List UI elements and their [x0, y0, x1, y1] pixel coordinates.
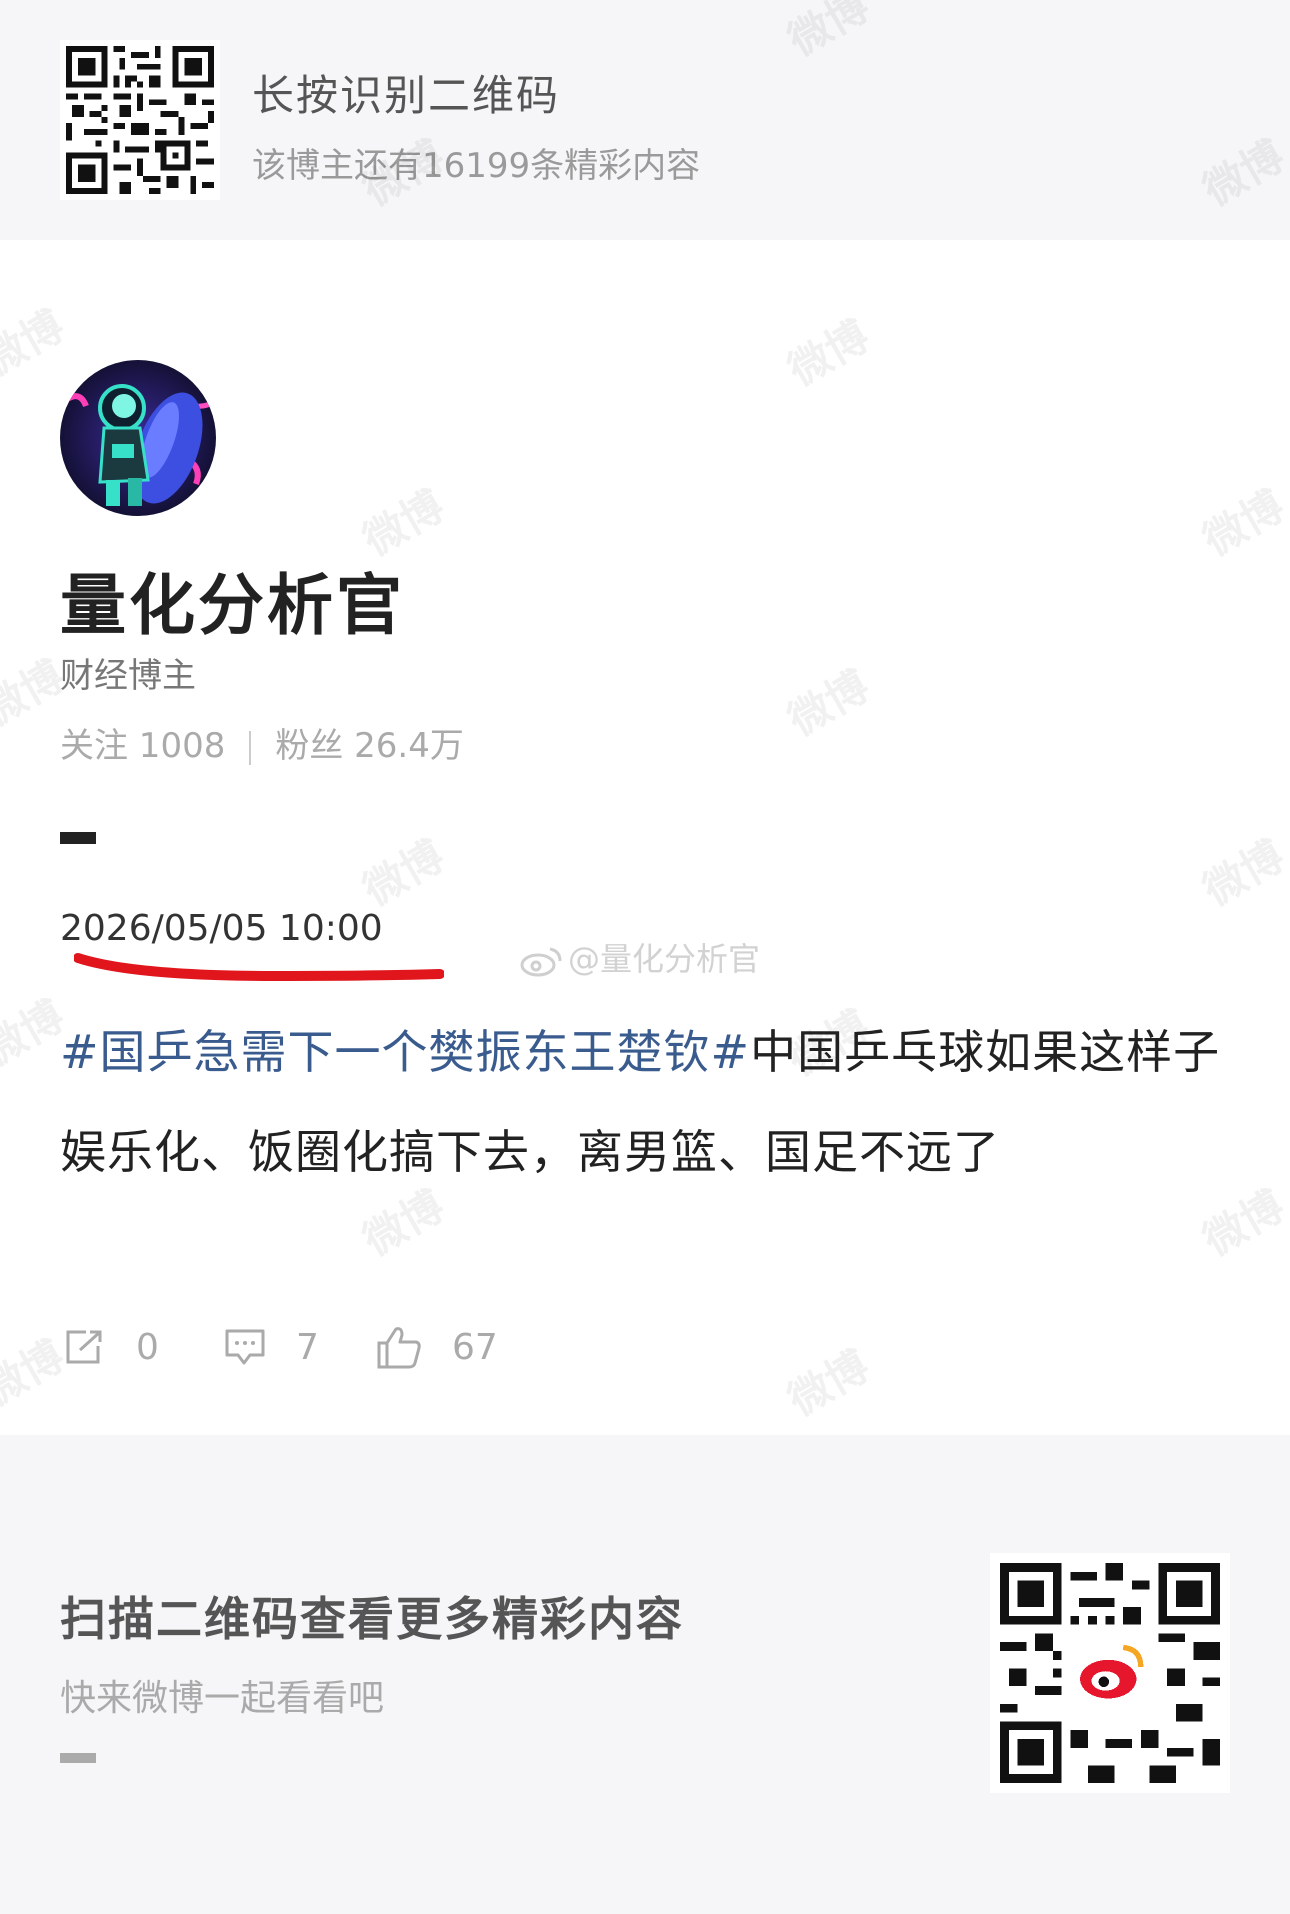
stats-divider — [249, 730, 252, 765]
qr-code-image[interactable] — [60, 40, 220, 200]
watermark-handle-text: @量化分析官 — [568, 940, 761, 978]
author-stats: 关注 1008 粉丝 26.4万 — [60, 718, 464, 767]
post-card: 量化分析官 财经博主 关注 1008 粉丝 26.4万 2026/05/05 10… — [0, 240, 1290, 1435]
thumbs-up-icon — [377, 1327, 421, 1369]
post-timestamp: 2026/05/05 10:00 — [60, 908, 383, 949]
hashtag-topic-link[interactable]: #国乒急需下一个樊振东王楚钦# — [60, 1025, 750, 1079]
comment-icon — [225, 1329, 265, 1365]
comment-button[interactable]: 7 — [224, 1322, 319, 1372]
post-body: #国乒急需下一个樊振东王楚钦#中国乒乓球如果这样子娱乐化、饭圈化搞下去，离男篮、… — [60, 1002, 1250, 1202]
following-count: 关注 1008 — [60, 726, 226, 766]
weibo-logo-icon — [520, 947, 562, 977]
qr-prompt-title: 长按识别二维码 — [252, 71, 561, 120]
section-divider-mark — [60, 1753, 96, 1763]
comment-count: 7 — [296, 1326, 319, 1368]
weibo-watermark-handle: @量化分析官 — [520, 934, 760, 980]
qr-code-graphic — [66, 46, 214, 194]
author-verification-label: 财经博主 — [60, 656, 196, 696]
footer-qr-section: 扫描二维码查看更多精彩内容 快来微博一起看看吧 — [0, 1435, 1290, 1914]
like-button[interactable]: 67 — [376, 1322, 498, 1372]
qr-code-graphic — [1000, 1563, 1220, 1783]
author-name[interactable]: 量化分析官 — [60, 552, 405, 648]
repost-count: 0 — [136, 1326, 159, 1368]
red-underline-annotation — [74, 953, 444, 982]
qr-prompt-subtitle: 该博主还有16199条精彩内容 — [252, 146, 701, 186]
astronaut-avatar-graphic — [60, 360, 216, 516]
footer-title: 扫描二维码查看更多精彩内容 — [60, 1592, 684, 1646]
footer-subtitle: 快来微博一起看看吧 — [60, 1678, 385, 1719]
weibo-qr-code-image[interactable] — [990, 1553, 1230, 1793]
avatar[interactable] — [60, 360, 216, 516]
top-banner: 长按识别二维码 该博主还有16199条精彩内容 — [0, 0, 1290, 240]
like-count: 67 — [452, 1326, 498, 1368]
followers-count: 粉丝 26.4万 — [275, 726, 464, 766]
repost-button[interactable]: 0 — [64, 1322, 159, 1372]
section-divider-mark — [60, 832, 96, 844]
repost-icon — [66, 1330, 102, 1364]
